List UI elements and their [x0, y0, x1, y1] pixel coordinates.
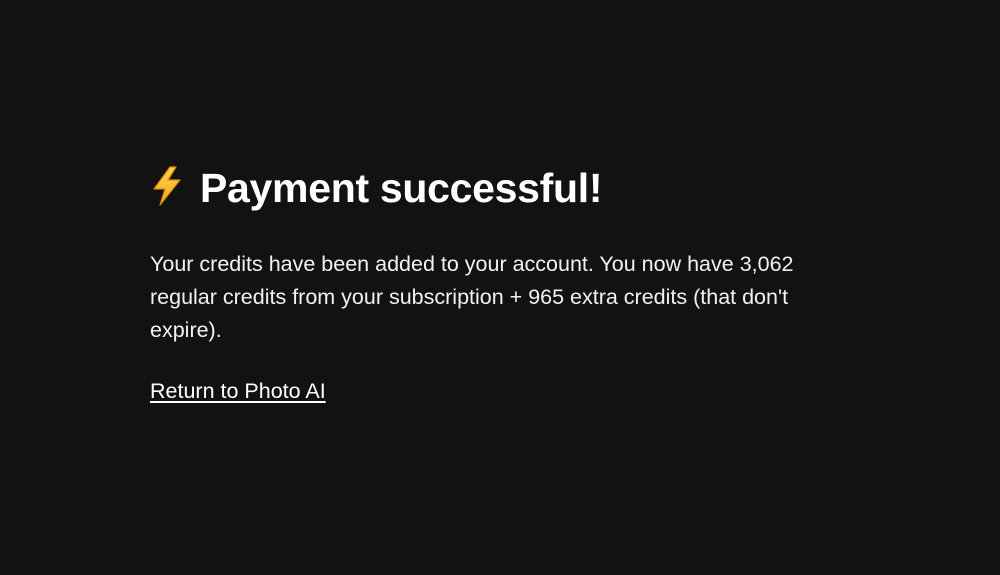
page-title: Payment successful!: [200, 165, 603, 211]
return-to-photo-ai-link[interactable]: Return to Photo AI: [150, 376, 326, 406]
lightning-bolt-icon: [150, 165, 200, 211]
title-row: Payment successful!: [150, 160, 870, 216]
payment-success-panel: Payment successful! Your credits have be…: [150, 160, 870, 406]
confirmation-message: Your credits have been added to your acc…: [150, 252, 794, 342]
